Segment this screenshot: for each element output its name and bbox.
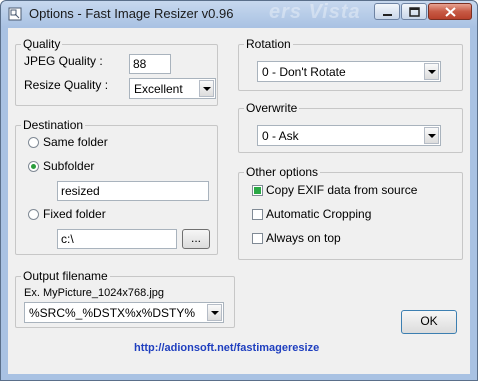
close-icon bbox=[445, 7, 456, 17]
subfolder-input[interactable]: resized bbox=[57, 181, 209, 201]
copy-exif-label[interactable]: Copy EXIF data from source bbox=[266, 183, 417, 197]
copy-exif-checkbox[interactable] bbox=[252, 185, 263, 196]
maximize-button[interactable] bbox=[401, 3, 427, 20]
title-bar[interactable]: Options - Fast Image Resizer v0.96 ers V… bbox=[1, 1, 477, 27]
chevron-down-icon[interactable] bbox=[199, 80, 214, 97]
chevron-down-icon[interactable] bbox=[424, 127, 439, 144]
same-folder-radio[interactable] bbox=[28, 137, 39, 148]
always-on-top-label[interactable]: Always on top bbox=[266, 231, 341, 245]
fixed-folder-input[interactable]: c:\ bbox=[57, 229, 177, 249]
minimize-button[interactable] bbox=[374, 3, 400, 20]
minimize-icon bbox=[383, 14, 392, 16]
website-link[interactable]: http://adionsoft.net/fastimageresize bbox=[134, 342, 319, 354]
jpeg-quality-label: JPEG Quality : bbox=[24, 54, 103, 68]
overwrite-select[interactable]: 0 - Ask bbox=[257, 125, 441, 146]
rotation-select[interactable]: 0 - Don't Rotate bbox=[257, 61, 441, 82]
resize-quality-value: Excellent bbox=[134, 82, 183, 96]
output-pattern-value: %SRC%_%DSTX%x%DSTY% bbox=[29, 306, 196, 320]
same-folder-label[interactable]: Same folder bbox=[43, 135, 108, 149]
auto-crop-checkbox[interactable] bbox=[252, 209, 263, 220]
browse-button[interactable]: ... bbox=[182, 229, 210, 249]
auto-crop-label[interactable]: Automatic Cropping bbox=[266, 207, 371, 221]
quality-group-title: Quality bbox=[21, 37, 63, 51]
subfolder-label[interactable]: Subfolder bbox=[43, 159, 94, 173]
overwrite-group-title: Overwrite bbox=[244, 101, 300, 115]
rotation-group-title: Rotation bbox=[244, 37, 293, 51]
output-filename-group-title: Output filename bbox=[21, 269, 110, 283]
maximize-icon bbox=[409, 7, 420, 17]
output-pattern-select[interactable]: %SRC%_%DSTX%x%DSTY% bbox=[24, 302, 224, 323]
fixed-folder-label[interactable]: Fixed folder bbox=[43, 207, 106, 221]
options-client-area: Quality JPEG Quality : 88 Resize Quality… bbox=[8, 28, 470, 374]
subfolder-radio[interactable] bbox=[28, 161, 39, 172]
options-window: Options - Fast Image Resizer v0.96 ers V… bbox=[0, 0, 478, 381]
title-watermark: ers Vista bbox=[269, 1, 361, 23]
resize-quality-label: Resize Quality : bbox=[24, 78, 109, 92]
ok-button[interactable]: OK bbox=[401, 310, 457, 334]
chevron-down-icon[interactable] bbox=[424, 63, 439, 80]
always-on-top-checkbox[interactable] bbox=[252, 233, 263, 244]
jpeg-quality-input[interactable]: 88 bbox=[129, 54, 171, 74]
window-title: Options - Fast Image Resizer v0.96 bbox=[29, 6, 234, 21]
other-options-group-title: Other options bbox=[244, 165, 321, 179]
chevron-down-icon[interactable] bbox=[207, 304, 222, 321]
destination-group-title: Destination bbox=[21, 118, 86, 132]
overwrite-value: 0 - Ask bbox=[262, 129, 299, 143]
rotation-value: 0 - Don't Rotate bbox=[262, 65, 346, 79]
close-button[interactable] bbox=[428, 3, 472, 20]
fixed-folder-radio[interactable] bbox=[28, 209, 39, 220]
app-icon bbox=[8, 7, 22, 21]
output-example-text: Ex. MyPicture_1024x768.jpg bbox=[24, 287, 165, 299]
resize-quality-select[interactable]: Excellent bbox=[129, 78, 216, 99]
